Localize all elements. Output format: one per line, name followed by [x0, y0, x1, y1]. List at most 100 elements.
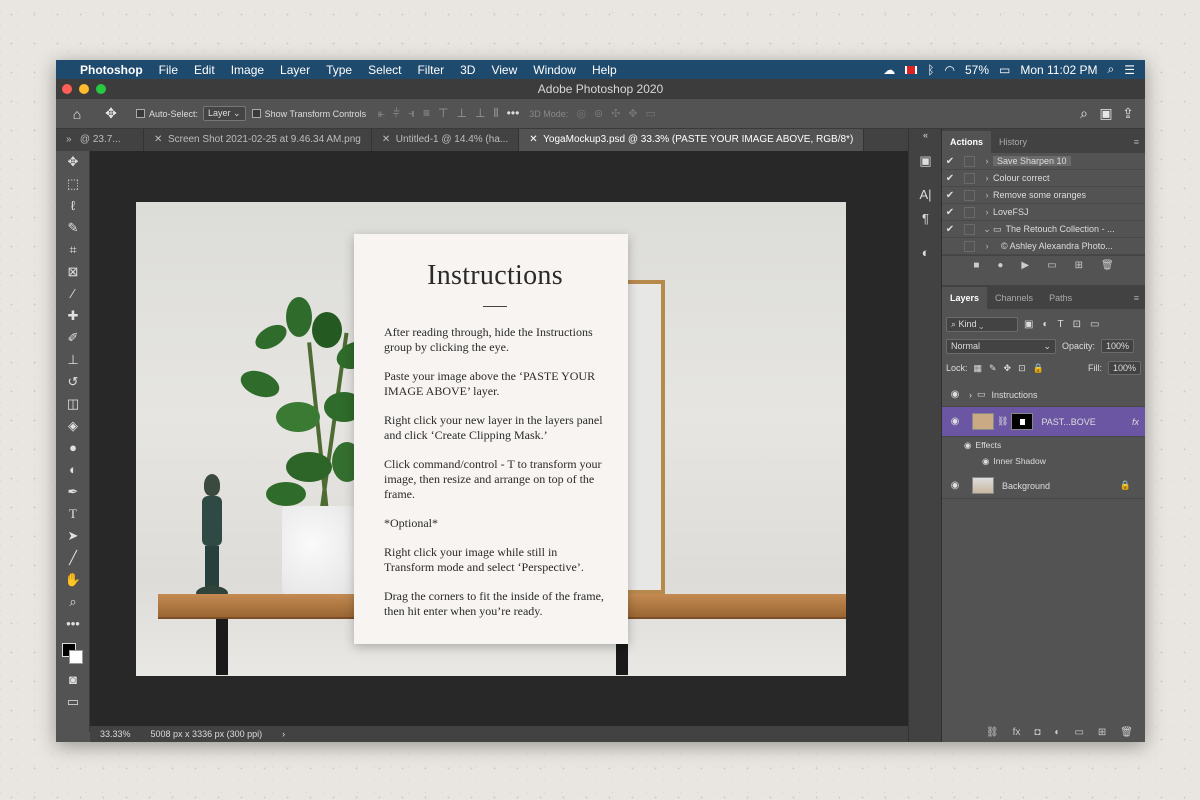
tab-doc-3[interactable]: ✕ Untitled-1 @ 14.4% (ha...: [372, 129, 519, 151]
tab-paths[interactable]: Paths: [1041, 287, 1080, 309]
brush-tool-icon[interactable]: ✐: [56, 327, 90, 349]
fx-icon[interactable]: fx: [1013, 727, 1021, 738]
chevron-right-icon[interactable]: ›: [969, 390, 972, 400]
eye-icon[interactable]: ◉: [946, 480, 964, 491]
align-middle-icon[interactable]: ⊥: [456, 106, 466, 121]
distribute-h-icon[interactable]: ⦀: [493, 106, 498, 121]
blur-tool-icon[interactable]: ●: [56, 437, 90, 459]
tab-doc-active[interactable]: ✕ YogaMockup3.psd @ 33.3% (PASTE YOUR IM…: [519, 129, 864, 151]
eye-icon[interactable]: ◉: [946, 389, 964, 400]
fill-input[interactable]: 100%: [1108, 361, 1141, 375]
action-row[interactable]: ✔ › LoveFSJ: [942, 204, 1145, 221]
canvas-area[interactable]: Instructions After reading through, hide…: [90, 151, 908, 726]
opacity-input[interactable]: 100%: [1101, 339, 1134, 353]
clock[interactable]: Mon 11:02 PM: [1020, 63, 1097, 77]
lock-icons[interactable]: ▦✎✥⊡🔒: [974, 363, 1051, 374]
search-icon[interactable]: ⌕: [1108, 62, 1115, 77]
tab-history[interactable]: History: [991, 131, 1035, 153]
pen-tool-icon[interactable]: ✒: [56, 481, 90, 503]
workspace-icon[interactable]: ▣: [1095, 105, 1117, 122]
collapse-arrows-icon[interactable]: «: [909, 129, 942, 141]
eye-icon[interactable]: ◉: [946, 416, 964, 427]
play-icon[interactable]: ▶: [1021, 260, 1029, 271]
link-layers-icon[interactable]: ⛓: [986, 727, 999, 738]
align-right-icon[interactable]: ⫣: [408, 106, 415, 121]
stamp-tool-icon[interactable]: ⊥: [56, 349, 90, 371]
menu-filter[interactable]: Filter: [409, 63, 452, 77]
paint-bucket-icon[interactable]: ◈: [56, 415, 90, 437]
character-icon[interactable]: A|: [909, 183, 942, 207]
align-bottom-icon[interactable]: ⊥: [475, 106, 485, 121]
menu-help[interactable]: Help: [584, 63, 625, 77]
frame-tool-icon[interactable]: ⊠: [56, 261, 90, 283]
info-icon[interactable]: ▣: [909, 149, 942, 173]
line-tool-icon[interactable]: ╱: [56, 547, 90, 569]
cloud-icon[interactable]: ☁: [883, 63, 895, 77]
paragraph-icon[interactable]: ¶: [909, 207, 942, 231]
record-icon[interactable]: ●: [997, 260, 1003, 271]
new-action-icon[interactable]: ⊞: [1075, 260, 1083, 271]
panel-menu-icon[interactable]: ≡: [1128, 293, 1145, 309]
align-top-icon[interactable]: ⊤: [438, 106, 448, 121]
chevron-right-icon[interactable]: ›: [272, 729, 295, 739]
action-row[interactable]: ✔ › Remove some oranges: [942, 187, 1145, 204]
effects-row[interactable]: ◉ Effects: [942, 437, 1145, 453]
menu-type[interactable]: Type: [318, 63, 360, 77]
wifi-icon[interactable]: ◠: [944, 63, 954, 77]
history-brush-icon[interactable]: ↺: [56, 371, 90, 393]
marquee-tool-icon[interactable]: ⬚: [56, 173, 90, 195]
screen-mode-icon[interactable]: ▭: [56, 691, 90, 713]
healing-brush-icon[interactable]: ✚: [56, 305, 90, 327]
fx-icon[interactable]: fx: [1132, 417, 1139, 427]
stop-icon[interactable]: ■: [973, 260, 979, 271]
adjustments-icon[interactable]: ◐: [909, 241, 942, 265]
panel-menu-icon[interactable]: ≡: [1128, 137, 1145, 153]
tab-channels[interactable]: Channels: [987, 287, 1041, 309]
tab-actions[interactable]: Actions: [942, 131, 991, 153]
layer-instructions-group[interactable]: ◉ › ▭ Instructions: [942, 383, 1145, 407]
type-tool-icon[interactable]: T: [56, 503, 90, 525]
layer-paste-image[interactable]: ◉ ⛓ PAST...BOVE fx: [942, 407, 1145, 437]
tab-doc-1[interactable]: »  @ 23.7...: [56, 129, 144, 151]
path-select-icon[interactable]: ➤: [56, 525, 90, 547]
action-row[interactable]: ✔ › Colour correct: [942, 170, 1145, 187]
zoom-window-button[interactable]: [96, 84, 106, 94]
filter-icons[interactable]: ▣◐T⊡▭: [1024, 319, 1108, 330]
zoom-tool-icon[interactable]: ⌕: [56, 591, 90, 613]
minimize-window-button[interactable]: [79, 84, 89, 94]
menu-list-icon[interactable]: ☰: [1124, 63, 1135, 77]
menu-image[interactable]: Image: [223, 63, 272, 77]
align-center-icon[interactable]: ⫩: [393, 106, 400, 121]
menu-file[interactable]: File: [151, 63, 186, 77]
inner-shadow-row[interactable]: ◉ Inner Shadow: [942, 453, 1145, 469]
kind-filter[interactable]: ⌕ Kind ⌄: [946, 317, 1018, 332]
dodge-tool-icon[interactable]: ◐: [56, 459, 90, 481]
delete-icon[interactable]: 🗑: [1120, 727, 1133, 738]
share-icon[interactable]: ⇪: [1117, 105, 1139, 122]
hand-tool-icon[interactable]: ✋: [56, 569, 90, 591]
color-swatches-icon[interactable]: [56, 635, 90, 669]
auto-select-dropdown[interactable]: Layer ⌄: [203, 106, 246, 121]
move-tool-icon[interactable]: ✥: [56, 151, 90, 173]
delete-icon[interactable]: 🗑: [1101, 260, 1114, 271]
menu-3d[interactable]: 3D: [452, 63, 483, 77]
tab-layers[interactable]: Layers: [942, 287, 987, 309]
home-icon[interactable]: ⌂: [66, 106, 88, 122]
action-row[interactable]: ✔ › Save Sharpen 10: [942, 153, 1145, 170]
close-window-button[interactable]: [62, 84, 72, 94]
search-icon[interactable]: ⌕: [1073, 105, 1095, 122]
new-layer-icon[interactable]: ⊞: [1098, 727, 1106, 738]
quick-mask-icon[interactable]: ◙: [56, 669, 90, 691]
menu-edit[interactable]: Edit: [186, 63, 223, 77]
move-tool-icon[interactable]: ✥: [100, 105, 122, 122]
distribute-icon[interactable]: ≡: [423, 106, 430, 121]
group-icon[interactable]: ▭: [1074, 727, 1083, 738]
lock-icon[interactable]: 🔒: [1120, 480, 1131, 491]
zoom-level[interactable]: 33.33%: [90, 729, 141, 739]
mask-icon[interactable]: ◘: [1034, 727, 1040, 738]
align-left-icon[interactable]: ⫦: [378, 106, 385, 121]
eyedropper-icon[interactable]: ⁄: [56, 283, 90, 305]
battery-icon[interactable]: ▭: [999, 63, 1010, 77]
bluetooth-icon[interactable]: ᛒ: [927, 63, 934, 77]
layer-background[interactable]: ◉ Background 🔒: [942, 473, 1145, 499]
